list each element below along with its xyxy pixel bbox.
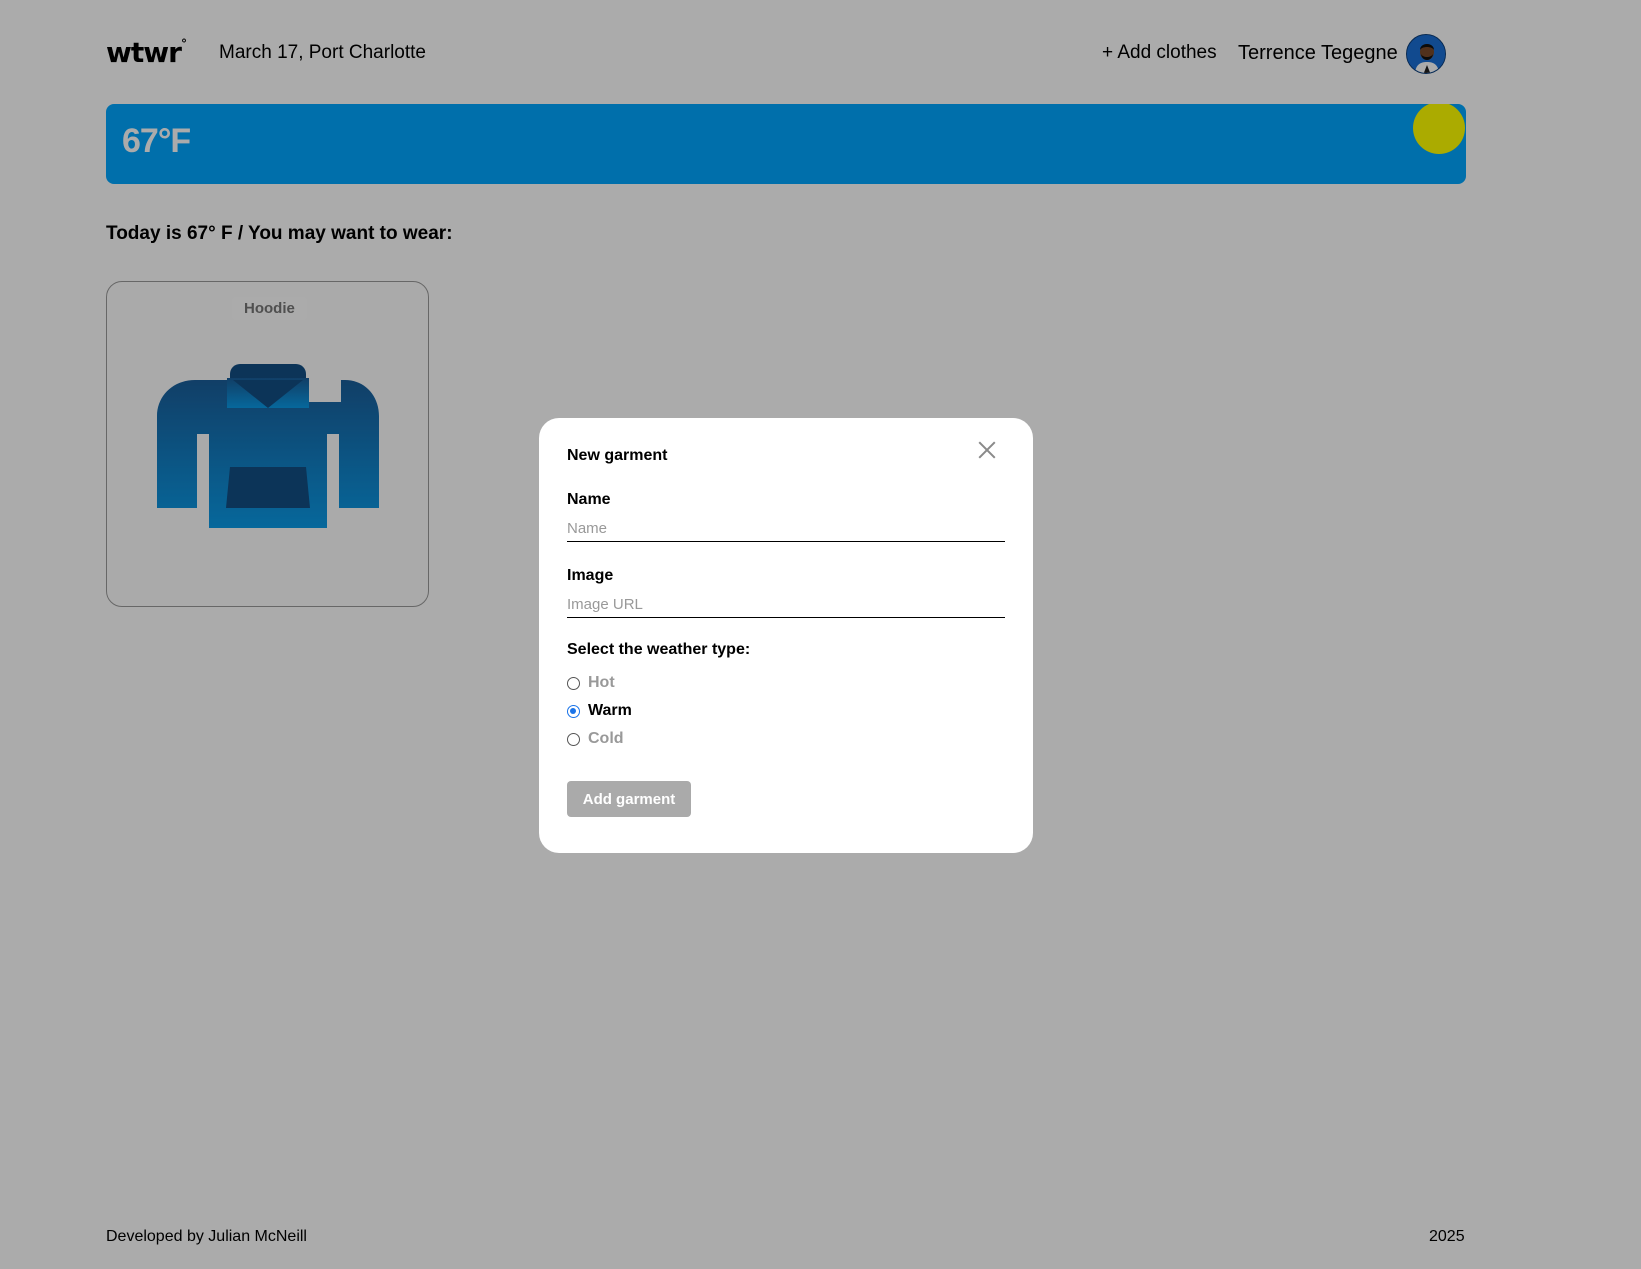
image-label: Image (567, 567, 614, 584)
radio-hot[interactable]: Hot (567, 673, 615, 693)
weather-type-label: Select the weather type: (567, 641, 751, 658)
name-input[interactable] (567, 516, 1005, 542)
radio-cold[interactable]: Cold (567, 729, 624, 749)
close-icon[interactable] (975, 438, 999, 462)
name-label: Name (567, 491, 611, 508)
add-garment-button[interactable]: Add garment (567, 781, 691, 817)
radio-warm-button[interactable] (567, 704, 580, 718)
new-garment-modal: New garment Name Image Select the weathe… (539, 418, 1033, 853)
radio-warm-label[interactable]: Warm (588, 702, 632, 720)
radio-hot-button[interactable] (567, 676, 580, 690)
radio-cold-label[interactable]: Cold (588, 730, 624, 748)
image-url-input[interactable] (567, 592, 1005, 618)
radio-hot-label[interactable]: Hot (588, 674, 615, 692)
radio-cold-button[interactable] (567, 732, 580, 746)
modal-title: New garment (567, 447, 668, 464)
radio-warm[interactable]: Warm (567, 701, 632, 721)
page: wtwr° March 17, Port Charlotte + Add clo… (0, 0, 1641, 1269)
